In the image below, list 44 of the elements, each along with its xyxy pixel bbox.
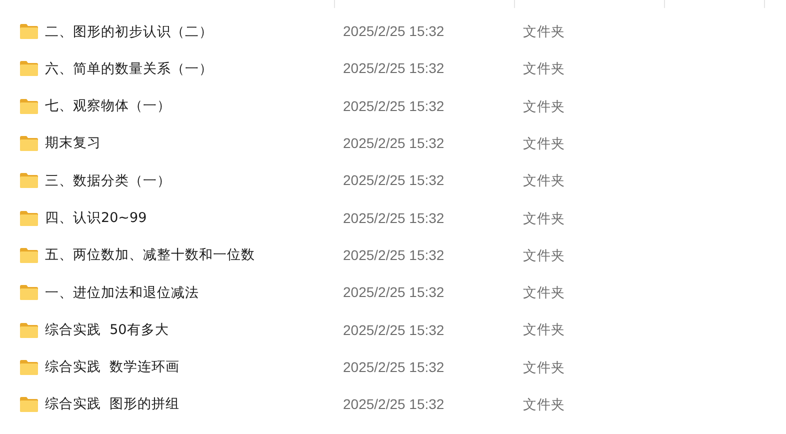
file-type: 文件夹 bbox=[523, 360, 565, 376]
folder-icon bbox=[20, 210, 38, 226]
modified-date: 2025/2/25 15:32 bbox=[343, 172, 444, 188]
modified-date: 2025/2/25 15:32 bbox=[343, 60, 444, 76]
file-name[interactable]: 五、两位数加、减整十数和一位数 bbox=[45, 245, 255, 266]
file-type: 文件夹 bbox=[523, 61, 565, 78]
file-name[interactable]: 综合实践 数学连环画 bbox=[45, 357, 180, 378]
file-type: 文件夹 bbox=[523, 396, 565, 413]
file-name[interactable]: 四、认识20~99 bbox=[45, 208, 147, 228]
file-name[interactable]: 二、图形的初步认识（二） bbox=[45, 22, 213, 42]
folder-icon bbox=[20, 61, 38, 76]
folder-icon bbox=[20, 285, 38, 300]
modified-date: 2025/2/25 15:32 bbox=[343, 396, 444, 412]
file-name[interactable]: 一、进位加法和退位减法 bbox=[45, 282, 199, 303]
file-name[interactable]: 六、简单的数量关系（一） bbox=[45, 58, 213, 80]
modified-date: 2025/2/25 15:32 bbox=[343, 358, 444, 375]
file-name[interactable]: 综合实践 图形的拼组 bbox=[45, 394, 180, 415]
folder-icon bbox=[20, 136, 38, 152]
folder-icon bbox=[20, 322, 38, 338]
modified-date: 2025/2/25 15:32 bbox=[343, 135, 444, 152]
file-type: 文件夹 bbox=[523, 248, 565, 264]
modified-date: 2025/2/25 15:32 bbox=[343, 23, 444, 40]
folder-icon bbox=[20, 98, 38, 114]
file-type: 文件夹 bbox=[523, 98, 565, 115]
modified-date: 2025/2/25 15:32 bbox=[343, 98, 444, 114]
modified-date: 2025/2/25 15:32 bbox=[343, 210, 444, 226]
file-type: 文件夹 bbox=[523, 285, 565, 302]
folder-icon bbox=[20, 24, 38, 40]
file-name[interactable]: 期末复习 bbox=[45, 133, 101, 154]
file-type: 文件夹 bbox=[523, 136, 565, 152]
file-type: 文件夹 bbox=[523, 210, 565, 226]
file-type: 文件夹 bbox=[523, 322, 565, 338]
modified-date: 2025/2/25 15:32 bbox=[343, 284, 444, 300]
file-type: 文件夹 bbox=[523, 173, 565, 190]
folder-icon bbox=[20, 173, 38, 188]
folder-icon bbox=[20, 248, 38, 263]
modified-date: 2025/2/25 15:32 bbox=[343, 246, 444, 263]
file-name[interactable]: 七、观察物体（一） bbox=[45, 96, 171, 116]
file-name[interactable]: 三、数据分类（一） bbox=[45, 170, 171, 191]
file-type: 文件夹 bbox=[523, 24, 565, 40]
folder-icon bbox=[20, 360, 38, 375]
folder-icon bbox=[20, 397, 38, 412]
file-name[interactable]: 综合实践 50有多大 bbox=[45, 320, 169, 340]
modified-date: 2025/2/25 15:32 bbox=[343, 322, 444, 338]
